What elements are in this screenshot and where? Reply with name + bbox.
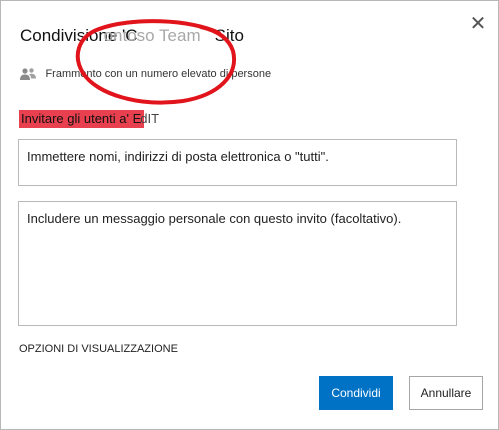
close-icon[interactable]: ✕	[467, 13, 489, 35]
share-dialog: Condivisione 'Contoso Team Sito ✕ Frammen…	[0, 0, 499, 430]
people-icon	[20, 68, 36, 80]
people-info: Frammento con un numero elevato di perso…	[19, 65, 271, 81]
names-input[interactable]: Immettere nomi, indirizzi di posta elett…	[18, 139, 457, 186]
cancel-button[interactable]: Annullare	[409, 376, 483, 410]
display-options-link[interactable]: OPZIONI DI VISUALIZZAZIONE	[19, 343, 178, 355]
dialog-title-ghost: ontoso Team	[103, 26, 201, 45]
people-info-text: Frammento con un numero elevato di perso…	[45, 67, 272, 80]
invite-label-suffix: dIT	[140, 111, 160, 126]
share-button[interactable]: Condividi	[319, 376, 393, 410]
invite-label: Invitare gli utenti a' E	[19, 110, 145, 128]
message-input[interactable]: Includere un messaggio personale con que…	[18, 201, 457, 326]
dialog-title: Condivisione 'Contoso Team Sito	[20, 26, 244, 46]
invite-label-row: Invitare gli utenti a' EdIT	[19, 110, 159, 128]
dialog-title-site: Sito	[214, 26, 244, 45]
